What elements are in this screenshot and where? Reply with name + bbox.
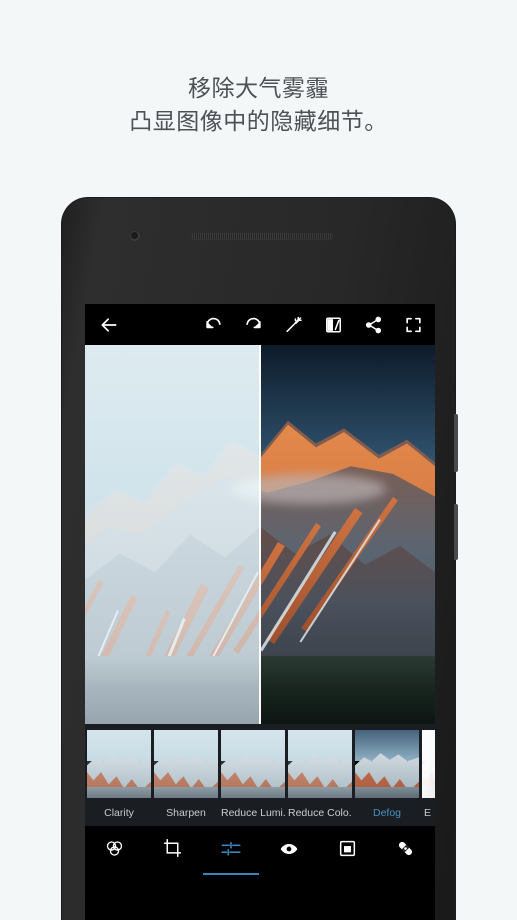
- photo-after-half: [260, 345, 435, 724]
- magic-wand-icon[interactable]: [284, 315, 303, 334]
- filmstrip-thumbnail[interactable]: [355, 730, 419, 798]
- top-toolbar-tools: [204, 315, 423, 334]
- app-bottom-toolnav: [85, 826, 435, 878]
- toolnav-item-selective[interactable]: [266, 838, 312, 878]
- promo-heading-line1: 移除大气雾霾: [188, 75, 329, 101]
- photo-canvas[interactable]: [85, 345, 435, 724]
- app-top-toolbar: [85, 304, 435, 345]
- promo-heading: 移除大气雾霾 凸显图像中的隐藏细节。: [0, 72, 517, 138]
- power-button[interactable]: [454, 414, 458, 472]
- mountain-scene-after: [260, 345, 435, 724]
- undo-icon[interactable]: [204, 315, 223, 334]
- thumbnail-preview: [422, 730, 435, 798]
- redo-icon[interactable]: [244, 315, 263, 334]
- selective-icon: [278, 838, 300, 878]
- before-after-divider-handle[interactable]: [259, 345, 261, 724]
- earpiece-speaker-grille: [190, 233, 333, 240]
- phone-device-frame: Clarity Sharpen Reduce Lumi.. Reduce Colo..…: [62, 198, 458, 920]
- promo-heading-line2: 凸显图像中的隐藏细节。: [129, 108, 388, 134]
- filmstrip-item[interactable]: Sharpen: [154, 730, 218, 819]
- vignette-icon: [337, 838, 358, 878]
- filmstrip-item-label: Reduce Lumi..: [221, 807, 285, 819]
- phone-screen: Clarity Sharpen Reduce Lumi.. Reduce Colo..…: [85, 304, 435, 920]
- filmstrip-item-label: Clarity: [104, 807, 134, 819]
- share-icon[interactable]: [364, 315, 383, 334]
- thumbnail-preview: [154, 730, 218, 798]
- thumbnail-preview: [355, 730, 419, 798]
- volume-button[interactable]: [454, 504, 458, 560]
- thumbnail-preview: [87, 730, 151, 798]
- adjust-icon: [220, 838, 242, 878]
- arrow-back-icon[interactable]: [99, 315, 119, 335]
- toolnav-item-vignette[interactable]: [324, 838, 370, 878]
- front-camera-icon: [128, 229, 142, 243]
- heal-icon: [395, 838, 416, 878]
- thumbnail-preview: [288, 730, 352, 798]
- active-tab-indicator: [202, 873, 259, 875]
- filmstrip-thumbnail[interactable]: [288, 730, 352, 798]
- filmstrip-item-label: Reduce Colo..: [288, 807, 352, 819]
- filmstrip-item-label: E: [424, 807, 432, 819]
- photo-before-half: [85, 345, 259, 724]
- filmstrip-thumbnail[interactable]: [221, 730, 285, 798]
- filmstrip-thumbnail[interactable]: [154, 730, 218, 798]
- filmstrip-item[interactable]: E: [422, 730, 435, 819]
- mountain-scene-before: [85, 345, 259, 724]
- fullscreen-icon[interactable]: [404, 315, 423, 334]
- crop-icon: [162, 838, 183, 878]
- toolnav-item-adjust[interactable]: [202, 838, 259, 878]
- filmstrip-item[interactable]: Reduce Lumi..: [221, 730, 285, 819]
- compare-split-icon[interactable]: [324, 315, 343, 334]
- toolnav-item-heal[interactable]: [383, 838, 429, 878]
- filmstrip-thumbnail[interactable]: [87, 730, 151, 798]
- looks-icon: [104, 838, 125, 878]
- toolnav-item-looks[interactable]: [91, 838, 137, 878]
- filmstrip-thumbnail[interactable]: [422, 730, 435, 798]
- filmstrip-item-label: Sharpen: [166, 807, 206, 819]
- toolnav-item-crop[interactable]: [149, 838, 195, 878]
- filter-filmstrip[interactable]: Clarity Sharpen Reduce Lumi.. Reduce Colo..…: [85, 724, 435, 826]
- filmstrip-item[interactable]: Clarity: [87, 730, 151, 819]
- filmstrip-item[interactable]: Reduce Colo..: [288, 730, 352, 819]
- filmstrip-item[interactable]: Defog: [355, 730, 419, 819]
- thumbnail-preview: [221, 730, 285, 798]
- filmstrip-item-label: Defog: [372, 807, 402, 819]
